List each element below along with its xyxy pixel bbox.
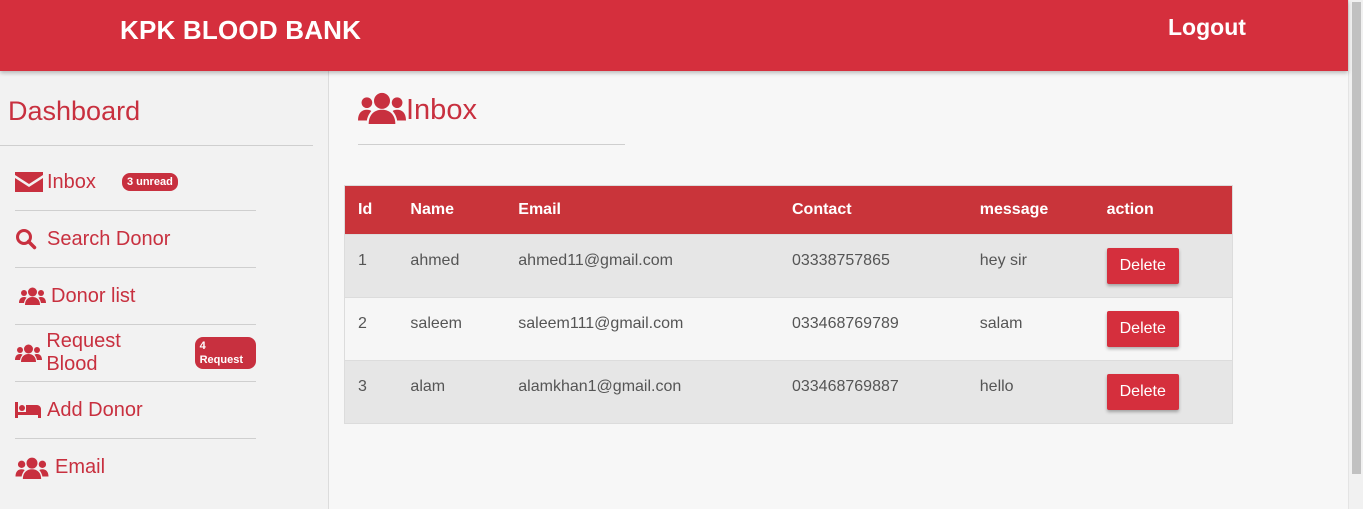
page-scrollbar[interactable] xyxy=(1348,0,1363,509)
cell-contact: 03338757865 xyxy=(791,252,890,269)
sidebar-item-add-donor[interactable]: Add Donor xyxy=(15,382,256,439)
bed-icon xyxy=(15,398,45,422)
column-header-action: action xyxy=(1106,201,1154,218)
table-header-row: Id Name Email Contact message action xyxy=(344,185,1233,235)
column-header-name: Name xyxy=(410,201,454,218)
cell-id: 3 xyxy=(358,378,367,395)
cell-action: Delete xyxy=(1094,361,1233,424)
column-header-email: Email xyxy=(518,201,561,218)
delete-button[interactable]: Delete xyxy=(1106,248,1179,284)
sidebar-item-label: Add Donor xyxy=(47,398,143,421)
cell-contact: 033468769789 xyxy=(791,315,899,332)
envelope-icon xyxy=(15,170,45,194)
users-icon xyxy=(19,284,49,308)
cell-email: saleem111@gmail.com xyxy=(518,315,684,332)
page-title: Inbox xyxy=(406,94,477,126)
sidebar-item-request-blood[interactable]: Request Blood 4 Request xyxy=(15,325,256,382)
delete-button[interactable]: Delete xyxy=(1106,374,1179,410)
unread-badge: 3 unread xyxy=(121,173,178,191)
delete-button[interactable]: Delete xyxy=(1106,311,1179,347)
cell-message: salam xyxy=(979,315,1023,332)
sidebar-item-donor-list[interactable]: Donor list xyxy=(15,268,256,325)
logout-link[interactable]: Logout xyxy=(1168,14,1246,41)
sidebar-item-label: Email xyxy=(55,456,106,478)
sidebar-item-label: Inbox xyxy=(47,170,96,193)
cell-id: 1 xyxy=(358,252,367,269)
cell-name: ahmed xyxy=(410,252,460,269)
cell-id: 2 xyxy=(358,315,367,332)
cell-name: saleem xyxy=(410,315,462,332)
inbox-table: Id Name Email Contact message action 1 a… xyxy=(344,185,1233,424)
sidebar-item-search-donor[interactable]: Search Donor xyxy=(15,211,256,268)
users-icon xyxy=(358,92,406,129)
column-header-contact: Contact xyxy=(791,201,852,218)
divider xyxy=(358,144,625,145)
table-row: 3 alam alamkhan1@gmail.con 033468769887 … xyxy=(344,360,1233,424)
cell-message: hello xyxy=(979,378,1014,395)
sidebar-item-label: Search Donor xyxy=(47,227,171,250)
divider xyxy=(0,145,313,146)
cell-email: alamkhan1@gmail.con xyxy=(518,378,682,395)
sidebar-title: Dashboard xyxy=(8,96,141,126)
column-header-id: Id xyxy=(358,201,373,218)
table-row: 2 saleem saleem111@gmail.com 03346876978… xyxy=(344,297,1233,361)
users-icon xyxy=(15,456,53,480)
cell-contact: 033468769887 xyxy=(791,378,899,395)
sidebar-item-inbox[interactable]: Inbox 3 unread xyxy=(15,154,256,211)
request-badge: 4 Request xyxy=(194,337,256,369)
scrollbar-thumb[interactable] xyxy=(1352,2,1361,474)
cell-action: Delete xyxy=(1094,235,1233,298)
sidebar-item-label: Request Blood xyxy=(46,330,121,375)
column-header-message: message xyxy=(979,201,1049,218)
cell-name: alam xyxy=(410,378,446,395)
users-icon xyxy=(15,341,44,365)
sidebar: Dashboard Inbox 3 unread Search Donor Do… xyxy=(0,71,329,509)
page-header: Inbox xyxy=(358,92,477,129)
cell-action: Delete xyxy=(1094,298,1233,361)
sidebar-item-label: Donor list xyxy=(51,284,136,307)
cell-message: hey sir xyxy=(979,252,1027,269)
search-icon xyxy=(15,227,45,251)
cell-email: ahmed11@gmail.com xyxy=(518,252,673,269)
top-navbar: KPK BLOOD BANK Logout xyxy=(0,0,1348,71)
table-row: 1 ahmed ahmed11@gmail.com 03338757865 he… xyxy=(344,234,1233,298)
sidebar-item-email[interactable]: Email xyxy=(15,439,256,496)
brand-title[interactable]: KPK BLOOD BANK xyxy=(120,15,361,46)
